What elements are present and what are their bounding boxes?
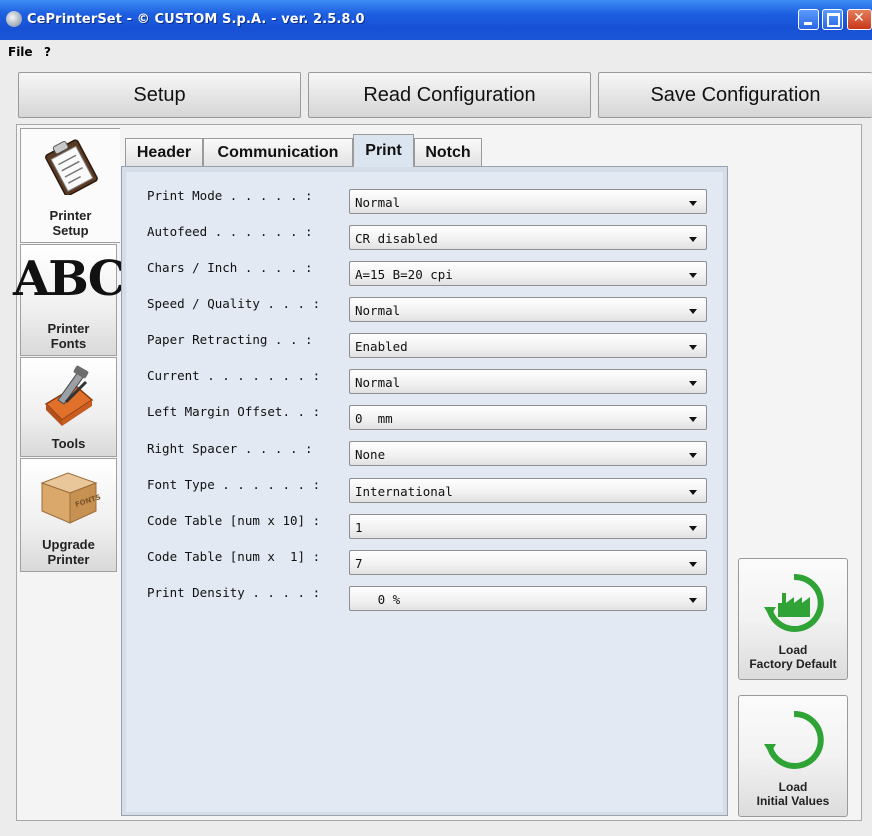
select-value: Enabled	[355, 339, 408, 354]
button-label: Load	[778, 643, 808, 657]
autofeed-select[interactable]: CR disabled	[349, 225, 707, 250]
print-density-label: Print Density . . . . :	[147, 585, 321, 600]
select-value: 1	[355, 520, 363, 535]
menu-help[interactable]: ?	[44, 45, 51, 59]
toolbox-icon	[44, 365, 93, 426]
chars-per-inch-label: Chars / Inch . . . . :	[147, 260, 313, 275]
app-icon	[6, 11, 22, 27]
sidebar-item-tools[interactable]: Tools	[20, 357, 117, 457]
refresh-icon	[764, 710, 824, 769]
chevron-down-icon	[689, 201, 697, 206]
right-spacer-label: Right Spacer . . . . :	[147, 441, 313, 456]
clipboard-icon	[44, 139, 98, 195]
sidebar-item-label: Printer	[47, 321, 90, 336]
speed-quality-select[interactable]: Normal	[349, 297, 707, 322]
load-initial-values-button[interactable]: Load Initial Values	[738, 695, 848, 817]
button-label: Initial Values	[756, 794, 830, 808]
chevron-down-icon	[689, 273, 697, 278]
sidebar-item-label: Fonts	[50, 336, 87, 351]
menu-bar: File ?	[0, 40, 872, 64]
chevron-down-icon	[689, 417, 697, 422]
factory-reset-icon	[764, 573, 824, 632]
select-value: Normal	[355, 303, 401, 318]
load-factory-default-button[interactable]: Load Factory Default	[738, 558, 848, 680]
save-configuration-button[interactable]: Save Configuration	[598, 72, 872, 118]
select-value: Normal	[355, 375, 401, 390]
title-bar: CePrinterSet - © CUSTOM S.p.A. - ver. 2.…	[0, 0, 872, 40]
select-value: Normal	[355, 195, 401, 210]
select-value: 7	[355, 556, 363, 571]
select-value: 0 %	[355, 592, 401, 607]
maximize-button[interactable]	[822, 9, 843, 30]
abc-font-icon: ABC	[13, 251, 126, 307]
chevron-down-icon	[689, 453, 697, 458]
chevron-down-icon	[689, 345, 697, 350]
sidebar-item-label: Setup	[52, 223, 89, 238]
sidebar-item-printer-fonts[interactable]: ABC Printer Fonts	[13, 244, 126, 356]
speed-quality-label: Speed / Quality . . . :	[147, 296, 321, 311]
current-select[interactable]: Normal	[349, 369, 707, 394]
select-value: CR disabled	[355, 231, 438, 246]
button-label: Factory Default	[749, 657, 837, 671]
tab-notch[interactable]: Notch	[414, 138, 482, 166]
setup-button[interactable]: Setup	[18, 72, 301, 118]
code-table-units-select[interactable]: 7	[349, 550, 707, 575]
code-table-units-label: Code Table [num x 1] :	[147, 549, 321, 564]
sidebar-item-label: Upgrade	[42, 537, 95, 552]
current-label: Current . . . . . . . :	[147, 368, 321, 383]
paper-retracting-label: Paper Retracting . . :	[147, 332, 313, 347]
left-margin-offset-select[interactable]: 0 mm	[349, 405, 707, 430]
select-value: International	[355, 484, 453, 499]
sidebar-item-label: Printer	[49, 208, 92, 223]
code-table-tens-label: Code Table [num x 10] :	[147, 513, 321, 528]
select-value: None	[355, 447, 386, 462]
print-density-select[interactable]: 0 %	[349, 586, 707, 611]
font-type-label: Font Type . . . . . . :	[147, 477, 321, 492]
chevron-down-icon	[689, 598, 697, 603]
chevron-down-icon	[689, 526, 697, 531]
chevron-down-icon	[689, 490, 697, 495]
window-title: CePrinterSet - © CUSTOM S.p.A. - ver. 2.…	[27, 12, 365, 27]
tab-print[interactable]: Print	[353, 134, 414, 167]
button-label: Load	[778, 780, 808, 794]
font-type-select[interactable]: International	[349, 478, 707, 503]
sidebar-item-label: Printer	[47, 552, 90, 567]
sidebar-item-upgrade-printer[interactable]: FONTS Upgrade Printer	[20, 458, 117, 572]
close-button[interactable]	[847, 9, 872, 30]
print-mode-select[interactable]: Normal	[349, 189, 707, 214]
chars-per-inch-select[interactable]: A=15 B=20 cpi	[349, 261, 707, 286]
tab-communication[interactable]: Communication	[203, 138, 353, 166]
read-configuration-button[interactable]: Read Configuration	[308, 72, 591, 118]
autofeed-label: Autofeed . . . . . . :	[147, 224, 313, 239]
minimize-button[interactable]	[798, 9, 819, 30]
menu-file[interactable]: File	[8, 45, 33, 59]
tab-header[interactable]: Header	[125, 138, 203, 166]
left-margin-offset-label: Left Margin Offset. . :	[147, 404, 321, 419]
chevron-down-icon	[689, 237, 697, 242]
code-table-tens-select[interactable]: 1	[349, 514, 707, 539]
paper-retracting-select[interactable]: Enabled	[349, 333, 707, 358]
fonts-box-icon: FONTS	[40, 472, 101, 524]
select-value: 0 mm	[355, 411, 393, 426]
sidebar-item-printer-setup[interactable]: Printer Setup	[20, 128, 120, 243]
right-spacer-select[interactable]: None	[349, 441, 707, 466]
chevron-down-icon	[689, 381, 697, 386]
select-value: A=15 B=20 cpi	[355, 267, 453, 282]
sidebar-item-label: Tools	[51, 436, 86, 451]
chevron-down-icon	[689, 562, 697, 567]
chevron-down-icon	[689, 309, 697, 314]
print-mode-label: Print Mode . . . . . :	[147, 188, 313, 203]
